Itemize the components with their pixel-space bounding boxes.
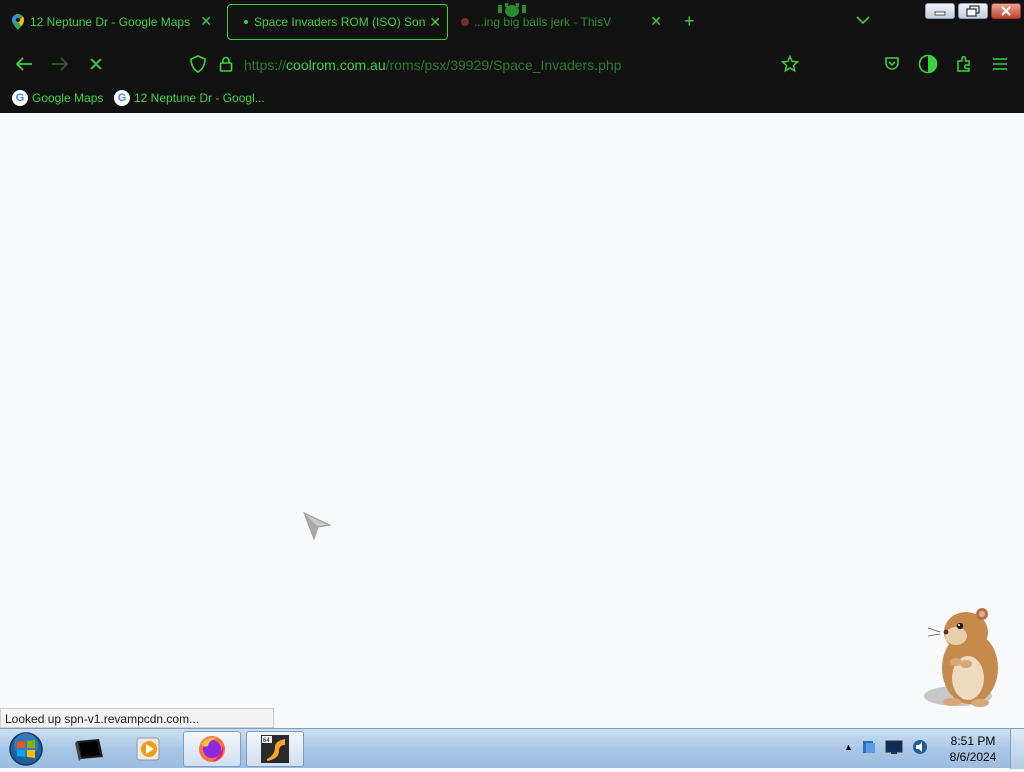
close-tab-icon[interactable]: ✕ [200, 13, 212, 30]
stop-button[interactable] [86, 54, 106, 74]
windows-taskbar: 64 ▲ 8:51 PM 8/6/2024 [0, 728, 1024, 769]
firefox-icon [199, 736, 225, 762]
tray-speaker-icon[interactable] [911, 739, 929, 755]
arrow-right-icon [52, 57, 69, 71]
new-tab-button[interactable]: + [684, 11, 695, 31]
url-path: /roms/psx/39929/Space_Invaders.php [385, 57, 622, 73]
window-restore-button[interactable] [958, 3, 988, 19]
menu-hamburger-icon[interactable] [990, 54, 1010, 74]
desktop-pet-hamster[interactable] [918, 602, 1010, 717]
show-desktop-button[interactable] [1010, 729, 1024, 769]
lock-icon[interactable] [216, 54, 236, 74]
url-host: coolrom.com.au [286, 57, 386, 73]
tray-network-icon[interactable] [861, 739, 877, 755]
forward-button[interactable] [50, 54, 70, 74]
navigation-toolbar: https://coolrom.com.au/roms/psx/39929/Sp… [0, 44, 1024, 84]
taskbar-app-64bit-tool[interactable]: 64 [246, 731, 304, 767]
theme-bug-icon [496, 3, 528, 24]
mouse-pointer-icon [302, 511, 332, 546]
tab-title: 12 Neptune Dr - Google Maps [30, 15, 191, 29]
tab-title: Space Invaders ROM (ISO) Sony [254, 15, 426, 29]
tray-expand-icon[interactable]: ▲ [844, 742, 853, 752]
bookmark-star-icon[interactable] [780, 54, 800, 74]
tab-google-maps[interactable]: 12 Neptune Dr - Google Maps ✕ [6, 4, 218, 40]
terminal-icon [75, 739, 103, 761]
close-tab-icon[interactable]: ✕ [429, 14, 441, 31]
page-content[interactable] [0, 113, 1024, 728]
taskbar-app-firefox[interactable] [183, 731, 241, 767]
bookmark-neptune-dr[interactable]: G 12 Neptune Dr - Googl... [114, 90, 265, 106]
google-icon: G [12, 90, 28, 106]
media-player-icon [136, 737, 160, 761]
app-64-icon: 64 [261, 735, 289, 763]
arrow-left-icon [15, 57, 32, 71]
google-icon: G [114, 90, 130, 106]
account-circle-icon[interactable] [918, 54, 938, 74]
start-button[interactable] [6, 731, 46, 767]
taskbar-clock[interactable]: 8:51 PM 8/6/2024 [940, 733, 1006, 765]
url-prefix: https:// [244, 57, 287, 73]
status-bar: Looked up spn-v1.revampcdn.com... [0, 708, 274, 728]
tab-bar: 12 Neptune Dr - Google Maps ✕ Space Inva… [0, 0, 1024, 44]
close-tab-icon[interactable]: ✕ [650, 13, 662, 30]
windows-orb-icon [9, 732, 43, 766]
tray-monitor-icon[interactable] [885, 739, 903, 755]
svg-text:64: 64 [263, 738, 270, 744]
extensions-icon[interactable] [954, 54, 974, 74]
bookmark-google-maps[interactable]: G Google Maps [12, 90, 103, 106]
bookmark-label: 12 Neptune Dr - Googl... [134, 91, 265, 105]
shield-icon[interactable] [188, 54, 208, 74]
bookmark-label: Google Maps [32, 91, 104, 105]
clock-time: 8:51 PM [950, 734, 996, 748]
tab-space-invaders[interactable]: Space Invaders ROM (ISO) Sony ✕ [227, 4, 448, 40]
window-minimize-button[interactable] [925, 3, 955, 19]
chevron-down-icon[interactable] [856, 12, 870, 30]
favicon-icon [461, 18, 469, 26]
system-tray: ▲ [844, 739, 929, 755]
taskbar-app-media-player[interactable] [120, 731, 178, 767]
loading-dot-icon [244, 20, 248, 24]
pocket-icon[interactable] [882, 54, 902, 74]
stop-x-icon [90, 58, 102, 70]
taskbar-app-terminal[interactable] [60, 731, 118, 767]
window-close-button[interactable] [991, 3, 1021, 19]
map-pin-icon [12, 14, 24, 30]
tab-third[interactable]: ...ing big balls jerk - ThisV ✕ [456, 4, 668, 40]
bookmarks-toolbar: G Google Maps G 12 Neptune Dr - Googl... [0, 84, 1024, 113]
clock-date: 8/6/2024 [949, 750, 997, 764]
back-button[interactable] [14, 54, 34, 74]
address-bar[interactable]: https://coolrom.com.au/roms/psx/39929/Sp… [244, 57, 621, 73]
